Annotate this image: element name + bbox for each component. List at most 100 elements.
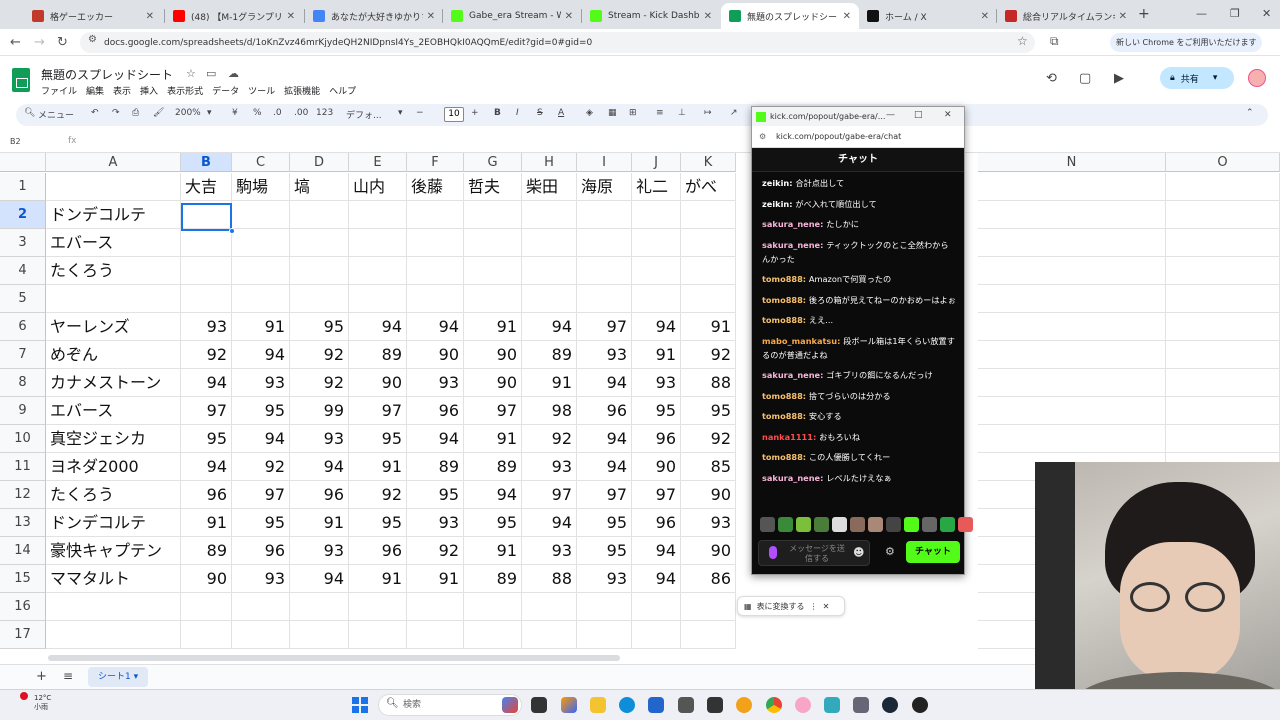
contestant-name-cell[interactable]: ヨネダ2000 (46, 453, 181, 481)
cell[interactable] (522, 257, 577, 285)
cell[interactable] (407, 285, 464, 313)
decrease-decimal-button[interactable]: .0 (273, 108, 282, 118)
emote-icon[interactable] (814, 517, 829, 532)
cell[interactable] (978, 369, 1166, 397)
judge-name-cell[interactable]: がべ (681, 173, 736, 201)
score-cell[interactable]: 92 (290, 369, 349, 397)
column-header[interactable]: K (681, 153, 736, 172)
score-cell[interactable]: 99 (290, 397, 349, 425)
maximize-icon[interactable]: □ (914, 110, 923, 120)
cell[interactable] (290, 593, 349, 621)
score-cell[interactable]: 89 (522, 341, 577, 369)
column-header[interactable]: J (632, 153, 681, 172)
contestant-name-cell[interactable]: エバース (46, 397, 181, 425)
chat-username[interactable]: sakura_nene (762, 473, 820, 483)
cell[interactable] (522, 285, 577, 313)
chat-username[interactable]: zeikin (762, 199, 789, 209)
score-cell[interactable]: 93 (181, 313, 232, 341)
text-color-icon[interactable]: A (558, 108, 564, 118)
score-cell[interactable]: 94 (522, 509, 577, 537)
score-cell[interactable]: 97 (232, 481, 290, 509)
score-cell[interactable]: 96 (632, 425, 681, 453)
borders-icon[interactable]: ▦ (608, 108, 617, 118)
cell[interactable] (632, 285, 681, 313)
score-cell[interactable]: 91 (464, 537, 522, 565)
score-cell[interactable]: 93 (577, 341, 632, 369)
score-cell[interactable]: 90 (681, 481, 736, 509)
menu-item[interactable]: ヘルプ (329, 84, 356, 97)
chevron-down-icon[interactable]: ▾ (207, 108, 212, 118)
cell[interactable] (232, 257, 290, 285)
cell[interactable] (464, 257, 522, 285)
score-cell[interactable]: 93 (407, 369, 464, 397)
reload-icon[interactable]: ↻ (57, 35, 68, 50)
emote-icon[interactable] (904, 517, 919, 532)
score-cell[interactable]: 93 (522, 537, 577, 565)
cell[interactable] (632, 593, 681, 621)
font-select[interactable]: デフォ... (346, 108, 382, 121)
undo-icon[interactable]: ↶ (91, 108, 99, 118)
cell[interactable] (1166, 341, 1280, 369)
back-icon[interactable]: ← (10, 35, 21, 50)
score-cell[interactable]: 91 (181, 509, 232, 537)
contestant-name-cell[interactable]: めぞん (46, 341, 181, 369)
menu-item[interactable]: ファイル (41, 84, 77, 97)
close-tab-icon[interactable]: ✕ (423, 11, 435, 22)
cell[interactable] (577, 201, 632, 229)
cell[interactable] (181, 593, 232, 621)
score-cell[interactable]: 95 (577, 537, 632, 565)
gear-icon[interactable]: ⚙ (885, 545, 895, 558)
steam-icon[interactable] (882, 697, 898, 713)
chat-username[interactable]: zeikin (762, 178, 789, 188)
italic-icon[interactable]: I (516, 108, 519, 118)
cell[interactable] (632, 621, 681, 649)
score-cell[interactable]: 96 (349, 537, 407, 565)
score-cell[interactable]: 93 (577, 565, 632, 593)
chat-username[interactable]: tomo888 (762, 391, 803, 401)
cell[interactable] (349, 285, 407, 313)
column-header[interactable]: I (577, 153, 632, 172)
cell[interactable] (577, 285, 632, 313)
row-header[interactable]: 13 (0, 509, 46, 537)
increase-decimal-button[interactable]: .00 (294, 108, 308, 118)
score-cell[interactable]: 95 (577, 509, 632, 537)
emote-icon[interactable] (922, 517, 937, 532)
score-cell[interactable]: 94 (632, 565, 681, 593)
column-header[interactable]: O (1166, 153, 1280, 172)
text-wrap-icon[interactable]: ↦ (704, 108, 712, 118)
cell[interactable] (1166, 229, 1280, 257)
score-cell[interactable]: 97 (464, 397, 522, 425)
column-header[interactable]: G (464, 153, 522, 172)
chat-username[interactable]: sakura_nene (762, 370, 820, 380)
decrease-font-size-icon[interactable]: − (416, 108, 424, 118)
judge-name-cell[interactable]: 駒場 (232, 173, 290, 201)
chat-username[interactable]: mabo_mankatsu (762, 336, 837, 346)
cell[interactable] (232, 593, 290, 621)
score-cell[interactable]: 93 (232, 565, 290, 593)
score-cell[interactable]: 92 (349, 481, 407, 509)
app-icon[interactable] (736, 697, 752, 713)
score-cell[interactable]: 91 (681, 313, 736, 341)
add-sheet-button[interactable]: + (36, 669, 47, 684)
score-cell[interactable]: 91 (290, 509, 349, 537)
score-cell[interactable]: 90 (407, 341, 464, 369)
close-tab-icon[interactable]: ✕ (1115, 11, 1127, 22)
judge-name-cell[interactable]: 大吉 (181, 173, 232, 201)
row-header[interactable]: 1 (0, 173, 46, 201)
merge-cells-icon[interactable]: ⊞ (629, 108, 637, 118)
judge-name-cell[interactable]: 礼二 (632, 173, 681, 201)
text-rotation-icon[interactable]: ↗ (730, 108, 738, 118)
column-header[interactable]: N (978, 153, 1166, 172)
row-header[interactable]: 15 (0, 565, 46, 593)
cell[interactable] (407, 593, 464, 621)
score-cell[interactable]: 95 (407, 481, 464, 509)
taskbar-search-input[interactable]: 検索 (378, 694, 522, 716)
score-cell[interactable]: 92 (181, 341, 232, 369)
score-cell[interactable]: 89 (349, 341, 407, 369)
move-folder-icon[interactable]: ▭ (206, 67, 216, 80)
cell[interactable] (407, 229, 464, 257)
cell[interactable] (1166, 285, 1280, 313)
score-cell[interactable]: 91 (464, 425, 522, 453)
chevron-down-icon[interactable]: ▾ (1213, 73, 1218, 83)
row-header[interactable]: 2 (0, 201, 46, 229)
